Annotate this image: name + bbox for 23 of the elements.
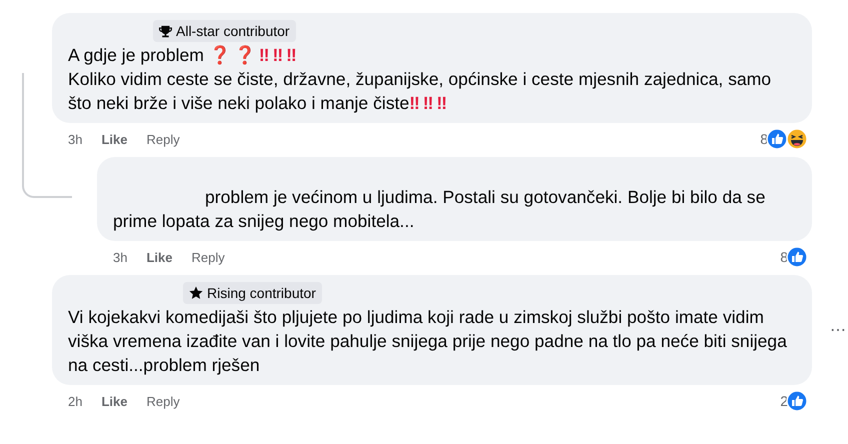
comment-text: Vi kojekakvi komedijaši što pljujete po ljudima koji rade u zimskoj službi pošto imate vidim viška vremena izađite van i lovite pahulje snijega prije nego padne na tlo pa neće biti snijega na cesti...problem rješen <box>68 306 788 377</box>
like-link[interactable]: Like <box>101 130 128 150</box>
laughing-face-icon <box>786 128 808 150</box>
contributor-badge: Rising contributor <box>183 282 322 304</box>
reply-link[interactable]: Reply <box>191 248 225 268</box>
like-reaction-icon <box>786 390 808 412</box>
comment-text: A gdje je problem ❓❓‼‼‼ <box>68 44 301 67</box>
like-reaction-icon <box>786 246 808 268</box>
like-link[interactable]: Like <box>146 248 172 268</box>
reaction-count[interactable]: 2 <box>780 390 788 412</box>
star-icon <box>189 286 203 300</box>
comment-text: Koliko vidim ceste se čiste, državne, županijske, općinske i ceste mjesnih zajednica, samo što neki brže i više neki polako i manje čiste‼‼‼ <box>68 68 772 115</box>
contributor-badge: All-star contributor <box>153 20 296 42</box>
reply-link[interactable]: Reply <box>146 130 180 150</box>
trophy-icon <box>159 24 172 38</box>
timestamp[interactable]: 2h <box>68 392 82 412</box>
more-options-button[interactable]: ⋯ <box>826 319 848 343</box>
like-reaction-icon <box>766 128 788 150</box>
comment-text: problem je većinom u ljudima. Postali su gotovančeki. Bolje bi bilo da se prime lopata za snijeg nego mobitela... <box>113 186 766 233</box>
timestamp[interactable]: 3h <box>113 248 128 268</box>
like-link[interactable]: Like <box>101 392 128 412</box>
timestamp[interactable]: 3h <box>68 130 82 150</box>
reply-link[interactable]: Reply <box>146 392 180 412</box>
